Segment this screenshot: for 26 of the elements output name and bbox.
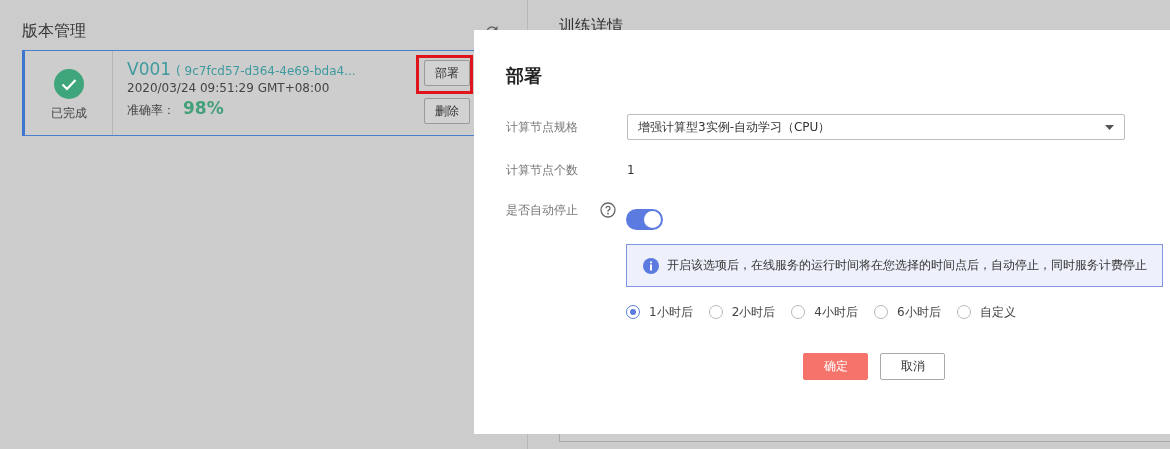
dialog-title: 部署 <box>506 64 543 88</box>
accuracy-label: 准确率： <box>127 102 175 119</box>
toggle-switch[interactable] <box>626 209 663 230</box>
field-value: 1 <box>627 162 636 179</box>
duration-option[interactable]: 自定义 <box>956 302 1016 322</box>
panel-title: 版本管理 <box>22 20 86 42</box>
field-label: 是否自动停止 <box>506 202 579 219</box>
duration-option[interactable]: 1小时后 <box>626 302 693 322</box>
duration-option[interactable]: 2小时后 <box>708 302 776 322</box>
info-icon <box>643 257 659 274</box>
accuracy-value: 98% <box>183 98 224 118</box>
duration-option[interactable]: 6小时后 <box>873 302 941 322</box>
help-icon[interactable] <box>600 202 617 218</box>
duration-option[interactable]: 4小时后 <box>791 302 858 322</box>
card-action-button[interactable]: 删除 <box>424 98 470 124</box>
spec-select[interactable]: 增强计算型3实例-自动学习（CPU） <box>627 114 1125 140</box>
info-text: 开启该选项后，在线服务的运行时间将在您选择的时间点后，自动停止，同时服务计费停止 <box>667 257 1147 274</box>
status-label: 已完成 <box>50 104 87 122</box>
dropdown-caret-icon <box>1105 124 1114 130</box>
card-action-button[interactable]: 部署 <box>424 60 470 86</box>
cancel-button[interactable]: 取消 <box>880 353 945 380</box>
version-id: ( 9c7fcd57-d364-4e69-bda4... <box>176 64 356 78</box>
created-time: 2020/03/24 09:51:29 GMT+08:00 <box>127 81 331 95</box>
field-label: 计算节点规格 <box>506 119 579 136</box>
field-label: 计算节点个数 <box>506 162 579 179</box>
version-name: V001 <box>127 59 172 79</box>
